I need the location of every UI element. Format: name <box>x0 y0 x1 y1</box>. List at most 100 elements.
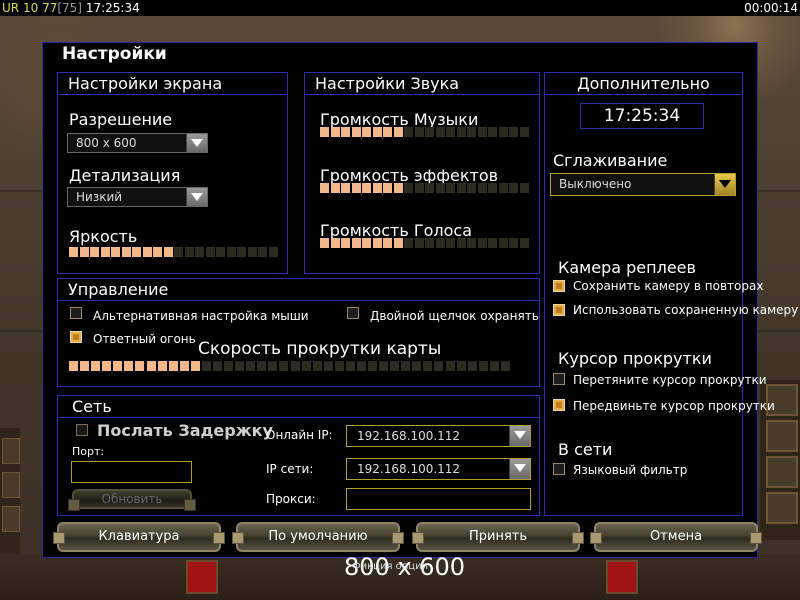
slider-segment[interactable] <box>163 247 173 257</box>
slider-segment[interactable] <box>393 238 403 248</box>
slider-segment[interactable] <box>379 361 389 371</box>
slider-segment[interactable] <box>425 183 434 193</box>
chevron-down-icon[interactable] <box>186 188 207 206</box>
slider-segment[interactable] <box>247 247 257 257</box>
slider-segment[interactable] <box>434 361 444 371</box>
language-filter-checkbox[interactable] <box>553 463 565 475</box>
slider-segment[interactable] <box>124 361 134 371</box>
slider-segment[interactable] <box>412 361 422 371</box>
antialiasing-dropdown[interactable]: Выключено <box>550 173 736 196</box>
slider-segment[interactable] <box>100 247 110 257</box>
slider-segment[interactable] <box>351 127 361 137</box>
send-delay-checkbox[interactable] <box>76 424 88 436</box>
slider-segment[interactable] <box>184 247 194 257</box>
chevron-down-icon[interactable] <box>509 426 530 446</box>
slider-segment[interactable] <box>341 183 350 193</box>
slider-segment[interactable] <box>216 247 225 257</box>
slider-segment[interactable] <box>414 127 424 137</box>
slider-segment[interactable] <box>372 183 382 193</box>
slider-segment[interactable] <box>404 238 413 248</box>
slider-segment[interactable] <box>153 247 162 257</box>
slider-segment[interactable] <box>135 361 145 371</box>
slider-segment[interactable] <box>393 127 403 137</box>
slider-segment[interactable] <box>330 127 340 137</box>
slider-segment[interactable] <box>368 361 378 371</box>
slider-segment[interactable] <box>334 361 344 371</box>
slider-segment[interactable] <box>390 361 400 371</box>
refresh-button[interactable]: Обновить <box>68 489 196 511</box>
save-replay-camera-checkbox[interactable] <box>553 280 565 292</box>
slider-segment[interactable] <box>142 247 152 257</box>
slider-segment[interactable] <box>174 247 183 257</box>
slider-segment[interactable] <box>157 361 167 371</box>
slider-segment[interactable] <box>478 361 488 371</box>
cancel-button[interactable]: Отмена <box>590 522 762 552</box>
slider-segment[interactable] <box>383 238 392 248</box>
double-click-guard-checkbox[interactable] <box>347 307 359 319</box>
slider-segment[interactable] <box>467 361 477 371</box>
slider-segment[interactable] <box>423 361 433 371</box>
chevron-down-icon[interactable] <box>509 459 530 479</box>
slider-segment[interactable] <box>435 183 445 193</box>
port-field[interactable] <box>71 461 192 483</box>
slider-segment[interactable] <box>488 238 497 248</box>
slider-segment[interactable] <box>404 183 413 193</box>
online-ip-dropdown[interactable]: 192.168.100.112 <box>346 425 531 447</box>
slider-segment[interactable] <box>205 247 215 257</box>
slider-segment[interactable] <box>320 127 329 137</box>
slider-segment[interactable] <box>341 127 350 137</box>
slider-segment[interactable] <box>341 238 350 248</box>
slider-segment[interactable] <box>179 361 189 371</box>
slider-segment[interactable] <box>113 361 123 371</box>
slider-segment[interactable] <box>69 247 78 257</box>
slider-segment[interactable] <box>509 127 518 137</box>
slider-segment[interactable] <box>435 127 445 137</box>
slider-segment[interactable] <box>235 361 245 371</box>
slider-segment[interactable] <box>498 183 508 193</box>
defaults-button[interactable]: По умолчанию <box>232 522 404 552</box>
slider-segment[interactable] <box>488 183 497 193</box>
slider-segment[interactable] <box>425 238 434 248</box>
scroll-speed-slider[interactable] <box>69 361 512 371</box>
keyboard-button[interactable]: Клавиатура <box>53 522 225 552</box>
slider-segment[interactable] <box>489 361 499 371</box>
slider-segment[interactable] <box>445 361 455 371</box>
slider-segment[interactable] <box>456 361 466 371</box>
slider-segment[interactable] <box>102 361 112 371</box>
slider-segment[interactable] <box>446 238 455 248</box>
slider-segment[interactable] <box>467 238 476 248</box>
slider-segment[interactable] <box>383 183 392 193</box>
drag-scroll-cursor-checkbox[interactable] <box>553 373 565 385</box>
slider-segment[interactable] <box>498 127 508 137</box>
slider-segment[interactable] <box>268 247 278 257</box>
lan-ip-dropdown[interactable]: 192.168.100.112 <box>346 458 531 480</box>
slider-segment[interactable] <box>330 238 340 248</box>
slider-segment[interactable] <box>414 238 424 248</box>
slider-segment[interactable] <box>301 361 311 371</box>
slider-segment[interactable] <box>195 247 204 257</box>
alt-mouse-checkbox[interactable] <box>70 307 82 319</box>
slider-segment[interactable] <box>268 361 278 371</box>
slider-segment[interactable] <box>237 247 246 257</box>
slider-segment[interactable] <box>257 361 267 371</box>
slider-segment[interactable] <box>446 183 455 193</box>
slider-segment[interactable] <box>146 361 156 371</box>
resolution-dropdown[interactable]: 800 x 600 <box>67 133 208 153</box>
chevron-down-icon[interactable] <box>714 174 735 195</box>
slider-segment[interactable] <box>345 361 355 371</box>
accept-button[interactable]: Принять <box>412 522 584 552</box>
slider-segment[interactable] <box>320 238 329 248</box>
slider-segment[interactable] <box>498 238 508 248</box>
slider-segment[interactable] <box>258 247 267 257</box>
slider-segment[interactable] <box>69 361 78 371</box>
slider-segment[interactable] <box>509 238 518 248</box>
slider-segment[interactable] <box>519 127 529 137</box>
voice-volume-slider[interactable] <box>320 238 530 248</box>
slider-segment[interactable] <box>414 183 424 193</box>
slider-segment[interactable] <box>190 361 200 371</box>
slider-segment[interactable] <box>519 238 529 248</box>
slider-segment[interactable] <box>201 361 211 371</box>
slider-segment[interactable] <box>79 247 89 257</box>
slider-segment[interactable] <box>362 127 371 137</box>
slider-segment[interactable] <box>401 361 411 371</box>
